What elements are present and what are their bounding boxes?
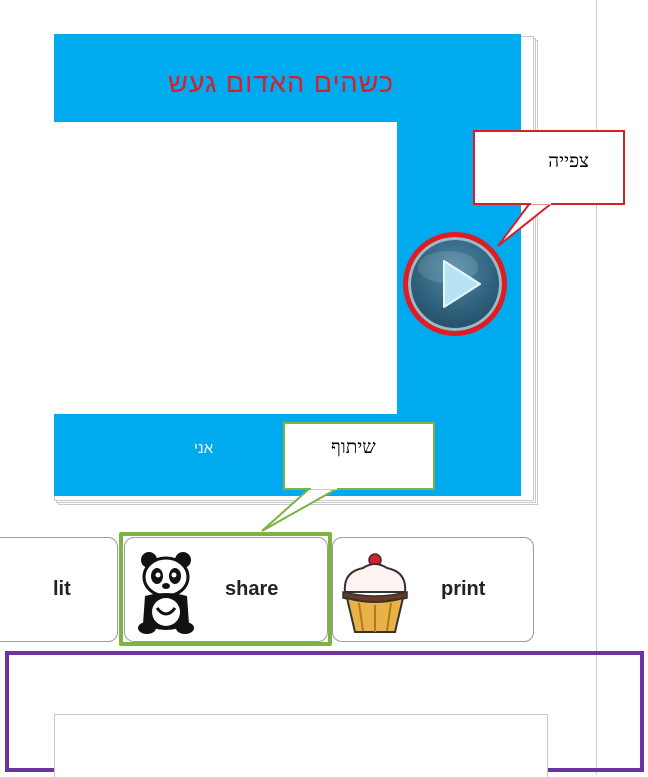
input-area[interactable] <box>54 714 548 777</box>
play-icon <box>418 251 481 308</box>
share-callout-text: שיתוף <box>331 436 376 458</box>
book-author: אני <box>194 440 214 457</box>
share-callout: שיתוף <box>283 422 435 490</box>
highlighted-panel <box>5 651 644 777</box>
cover-image <box>54 122 397 414</box>
book-title: כשהים האדום געש <box>168 68 394 98</box>
play-button[interactable] <box>403 232 507 336</box>
cupcake-icon <box>342 553 408 633</box>
view-callout-text: צפייה <box>548 150 589 172</box>
edit-button[interactable]: lit <box>0 537 118 642</box>
share-highlight <box>119 532 332 646</box>
print-button[interactable]: print <box>332 537 534 642</box>
edit-label: lit <box>53 578 71 600</box>
view-callout: צפייה <box>473 130 625 205</box>
print-label: print <box>441 578 486 600</box>
